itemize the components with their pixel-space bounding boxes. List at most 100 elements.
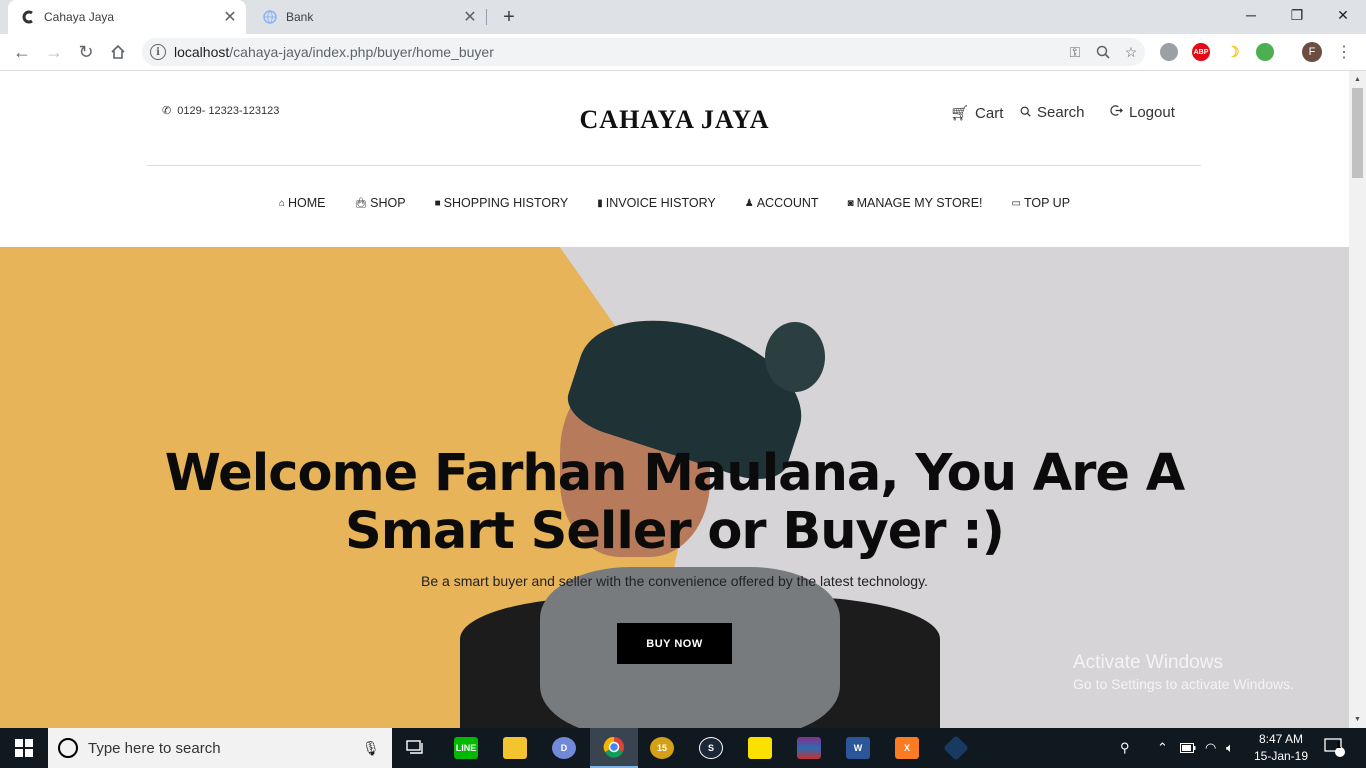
line-glyph: LINE [454,737,478,759]
menu-item-shop[interactable]: 👜︎ SHOP [354,196,405,210]
menu-item-home[interactable]: ⌂ HOME [279,196,326,210]
search-label: Search [1037,104,1085,121]
buy-now-button[interactable]: BUY NOW [617,623,732,664]
winrar-glyph [797,737,821,759]
hero-person-pompom [765,322,825,392]
restore-icon[interactable]: ❐ [1274,0,1320,30]
tab-bank[interactable]: Bank ✕ [250,0,486,34]
url-text: localhost/cahaya-jaya/index.php/buyer/ho… [174,44,494,60]
watermark-line1: Activate Windows [1073,652,1223,673]
scrollbar-thumb[interactable] [1352,88,1363,178]
menu-item-manage-store[interactable]: ◙ MANAGE MY STORE! [848,196,983,210]
hero-banner: Welcome Farhan Maulana, You Are A Smart … [0,247,1349,728]
menu-item-invoice-history[interactable]: ▮ INVOICE HISTORY [597,196,716,210]
task-view-icon[interactable] [392,728,440,768]
tab-close-icon[interactable]: ✕ [460,7,480,27]
word-icon[interactable]: W [834,728,882,768]
search-icon [1020,104,1031,121]
menu-label: SHOPPING HISTORY [443,196,569,210]
xampp-glyph: X [895,737,919,759]
notification-center-icon[interactable]: 1 [1324,728,1346,768]
tab-cahaya-jaya[interactable]: Cahaya Jaya ✕ [8,0,246,34]
forward-icon[interactable]: → [40,38,68,66]
people-icon[interactable]: ⚲ [1120,728,1130,768]
taskbar-search[interactable]: Type here to search 🎙︎ [48,728,392,768]
page-scrollbar[interactable]: ▲ ▼ [1349,71,1366,728]
browser-toolbar: ← → ↻ i localhost/cahaya-jaya/index.php/… [0,34,1366,71]
winrar-icon[interactable] [785,728,833,768]
globe-icon [262,9,278,25]
wifi-icon[interactable]: ◠ [1205,728,1216,768]
profile-avatar[interactable]: F [1302,42,1322,62]
browser-tab-strip: Cahaya Jaya ✕ Bank ✕ + ─ ❐ ✕ [0,0,1366,34]
adblock-plus-icon[interactable]: ABP [1192,43,1210,61]
reload-icon[interactable]: ↻ [72,38,100,66]
logout-link[interactable]: Logout [1110,104,1175,121]
menu-item-shopping-history[interactable]: ■ SHOPPING HISTORY [435,196,569,210]
app-15-icon[interactable]: 15 [638,728,686,768]
menu-label: TOP UP [1023,196,1071,210]
sticky-notes-icon[interactable] [736,728,784,768]
new-tab-icon[interactable]: + [498,6,520,28]
steam-icon[interactable]: S [687,728,735,768]
site-info-icon[interactable]: i [150,44,166,60]
sticky-glyph [748,737,772,759]
app-15-glyph: 15 [650,737,674,759]
menu-item-account[interactable]: ♟ ACCOUNT [745,196,819,210]
taskbar-search-placeholder: Type here to search [88,739,221,757]
address-bar[interactable]: i localhost/cahaya-jaya/index.php/buyer/… [142,38,1145,66]
globe-extension-icon[interactable] [1160,43,1178,61]
menu-label: SHOP [370,196,406,210]
cahaya-favicon-icon [20,9,36,25]
home-icon[interactable] [104,38,132,66]
scroll-down-icon[interactable]: ▼ [1349,711,1366,728]
home-icon: ⌂ [278,197,285,209]
bookmark-star-icon[interactable]: ☆ [1117,38,1145,66]
document-icon: ▮ [597,197,603,209]
minimize-icon[interactable]: ─ [1228,0,1274,30]
briefcase-icon: ■ [434,197,441,209]
moon-extension-icon[interactable]: ☽ [1224,43,1242,61]
chrome-taskbar-icon[interactable] [590,728,638,768]
discord-icon[interactable]: D [540,728,588,768]
notification-count: 1 [1336,740,1342,750]
earth-extension-icon[interactable] [1256,43,1274,61]
word-glyph: W [846,737,870,759]
key-icon[interactable]: ⚿ [1061,38,1089,66]
scroll-up-icon[interactable]: ▲ [1349,71,1366,88]
microphone-icon[interactable]: 🎙︎ [362,740,392,757]
steam-glyph: S [699,737,723,759]
activate-windows-watermark: Activate Windows Go to Settings to activ… [1073,652,1294,692]
volume-icon[interactable]: 🔈︎ [1226,728,1234,768]
cart-icon: 🛒︎ [950,105,970,122]
zoom-icon[interactable] [1089,38,1117,66]
back-icon[interactable]: ← [8,38,36,66]
cart-link[interactable]: 🛒︎ Cart [950,104,1004,123]
hero-title-line2: Smart Seller or Buyer :) [345,502,1005,561]
header-divider [147,165,1201,166]
line-app-icon[interactable]: LINE [442,728,490,768]
menu-label: HOME [287,196,326,210]
close-window-icon[interactable]: ✕ [1320,0,1366,30]
start-button[interactable] [0,728,48,768]
clock-date: 15-Jan-19 [1253,749,1309,763]
taskbar-clock[interactable]: 8:47 AM 15-Jan-19 [1252,731,1310,765]
logout-icon [1110,104,1123,121]
tab-title: Cahaya Jaya [44,10,115,24]
menu-label: INVOICE HISTORY [605,196,716,210]
folder-glyph [503,737,527,759]
virtualbox-glyph [943,735,969,761]
tab-close-icon[interactable]: ✕ [220,7,240,27]
file-explorer-icon[interactable] [491,728,539,768]
menu-item-top-up[interactable]: ▭ TOP UP [1012,196,1071,210]
logout-label: Logout [1129,104,1175,121]
tab-separator [486,9,487,25]
tray-chevron-icon[interactable]: ⌃ [1157,728,1168,768]
xampp-icon[interactable]: X [883,728,931,768]
search-link[interactable]: Search [1020,104,1085,121]
virtualbox-icon[interactable] [932,728,980,768]
hero-subtitle: Be a smart buyer and seller with the con… [421,573,928,589]
chrome-menu-icon[interactable]: ⋮ [1330,38,1358,66]
cart-label: Cart [975,104,1004,122]
battery-icon[interactable] [1180,728,1196,768]
